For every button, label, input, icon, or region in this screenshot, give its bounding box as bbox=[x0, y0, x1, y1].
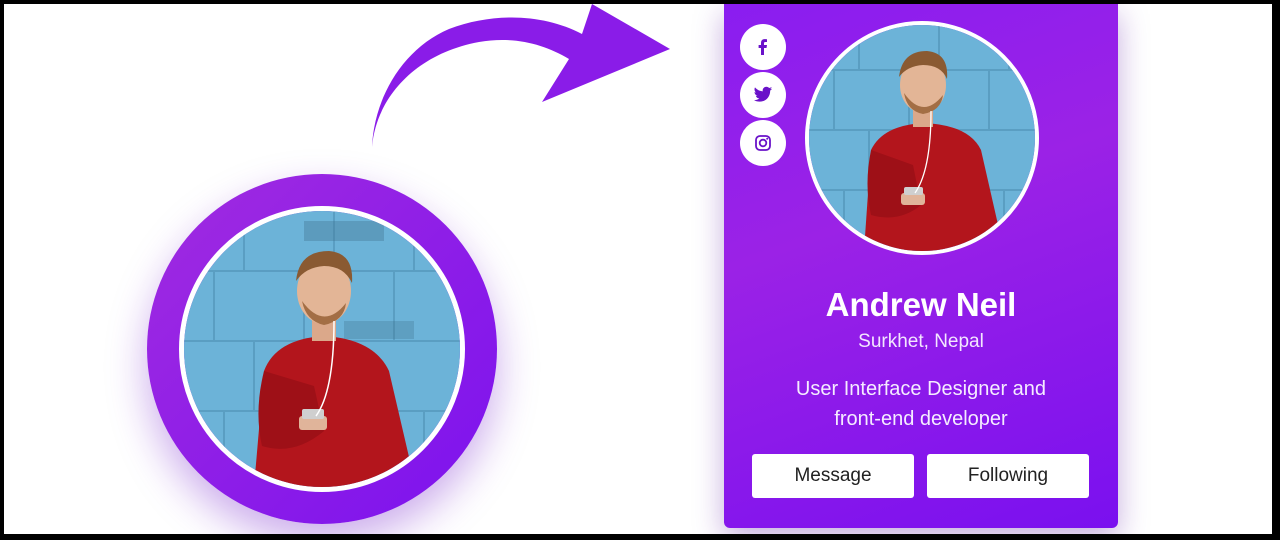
large-avatar-photo bbox=[179, 206, 465, 492]
facebook-link[interactable] bbox=[740, 24, 786, 70]
facebook-icon bbox=[758, 39, 767, 55]
profile-avatar bbox=[805, 21, 1039, 255]
message-button[interactable]: Message bbox=[752, 454, 914, 498]
canvas: Andrew Neil Surkhet, Nepal User Interfac… bbox=[4, 4, 1272, 534]
profile-location: Surkhet, Nepal bbox=[858, 331, 984, 352]
curved-arrow-icon bbox=[372, 4, 670, 147]
profile-card: Andrew Neil Surkhet, Nepal User Interfac… bbox=[724, 4, 1118, 528]
twitter-link[interactable] bbox=[740, 72, 786, 118]
bio-line-1: User Interface Designer and bbox=[795, 378, 1047, 400]
social-links bbox=[740, 24, 786, 168]
profile-bio: User Interface Designer and front-end de… bbox=[754, 374, 1088, 434]
profile-name: Andrew Neil bbox=[825, 286, 1017, 323]
twitter-icon bbox=[753, 86, 773, 102]
instagram-link[interactable] bbox=[740, 120, 786, 166]
following-button[interactable]: Following bbox=[927, 454, 1089, 498]
large-avatar-ring bbox=[147, 174, 497, 524]
instagram-icon bbox=[755, 135, 771, 151]
bio-line-2: front-end developer bbox=[834, 408, 1008, 430]
